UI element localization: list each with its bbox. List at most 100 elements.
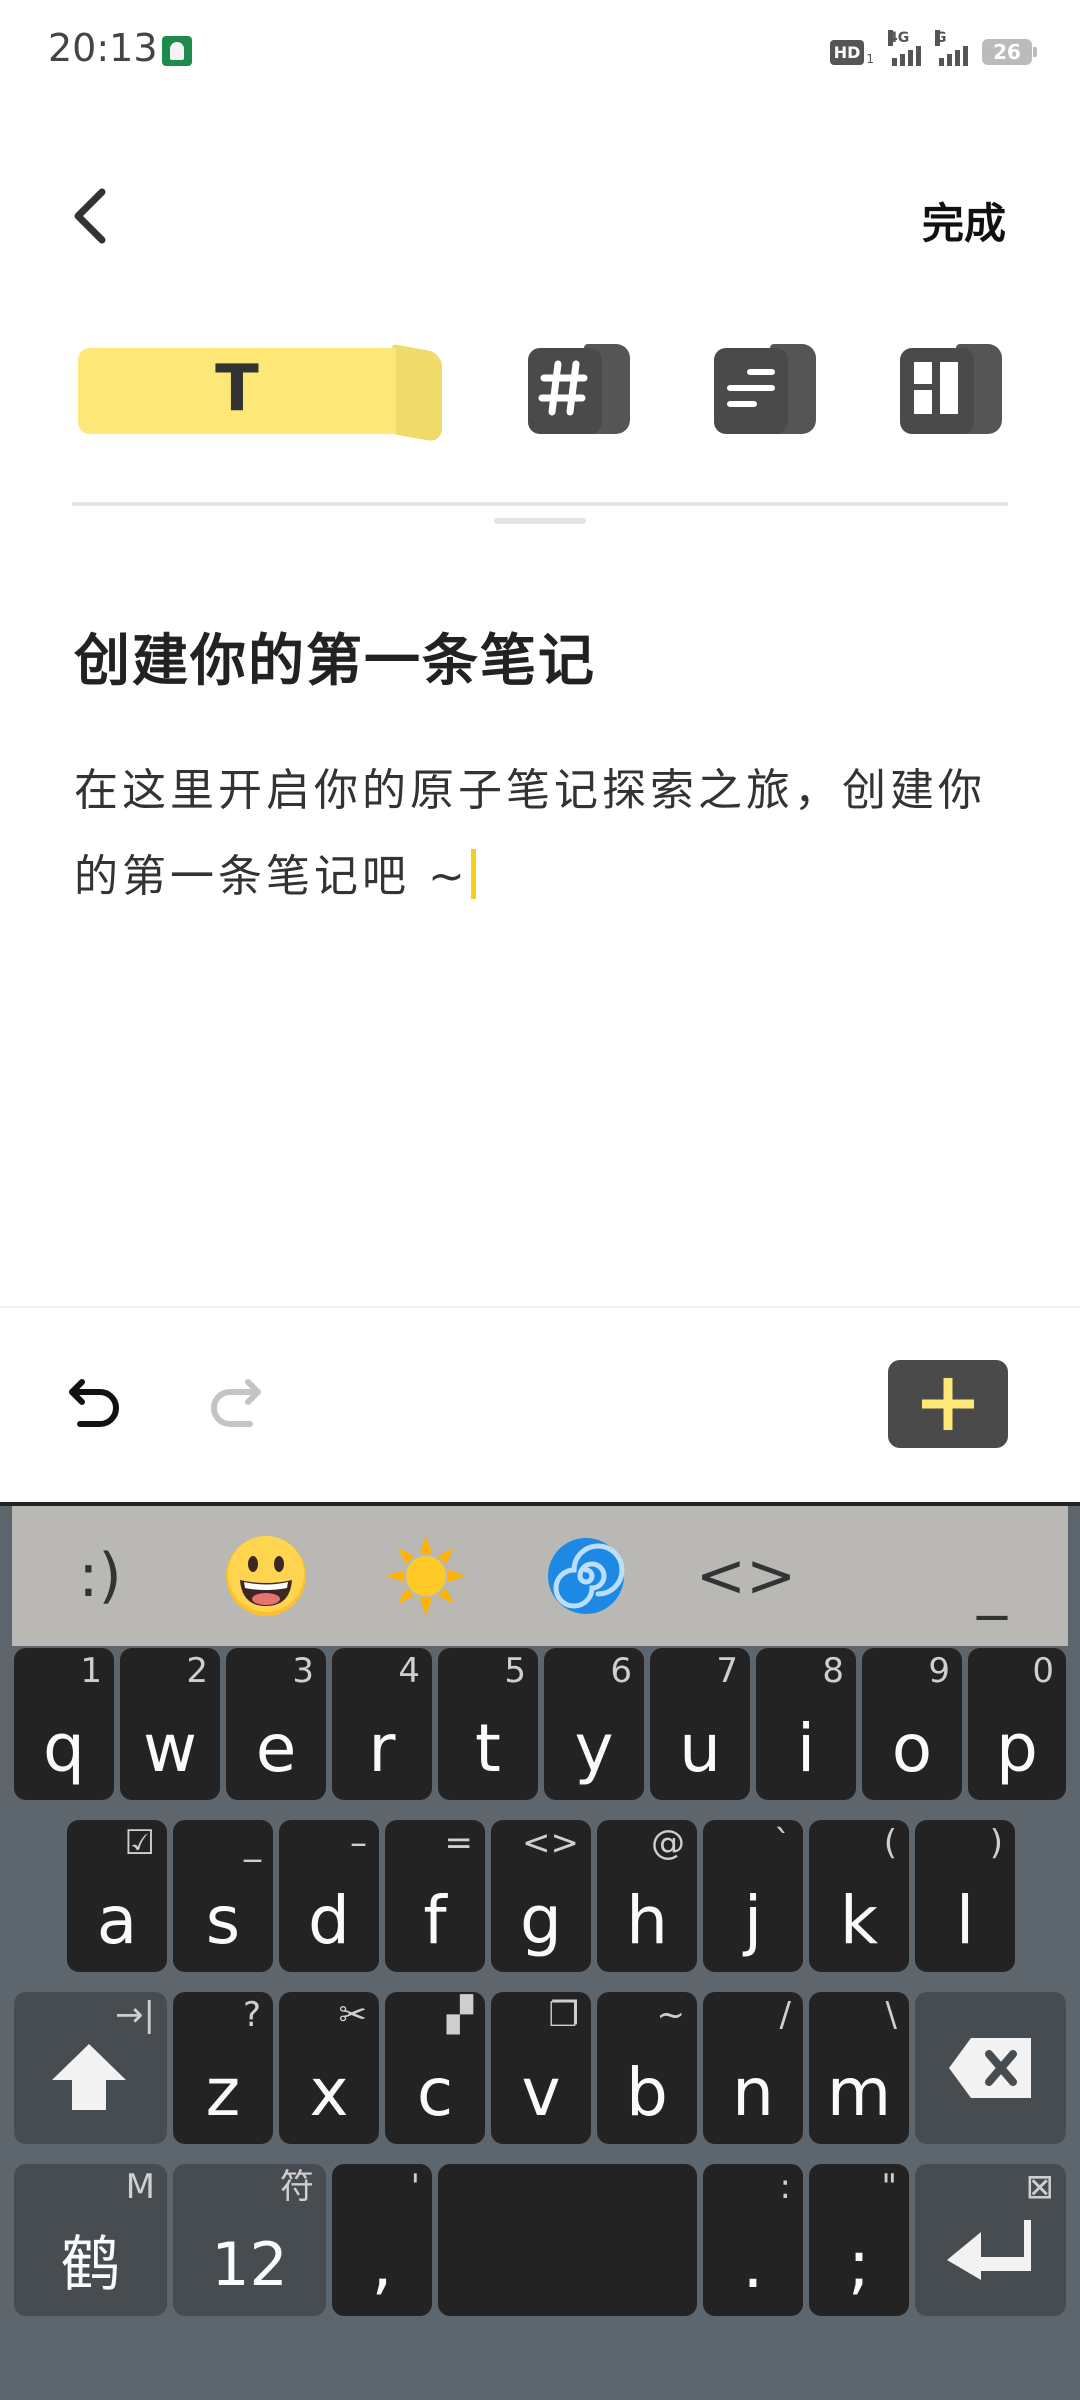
suggestion-sun-emoji[interactable] [356, 1506, 496, 1646]
status-bar: 20:13 HD 1 4G G 26 [0, 0, 1080, 100]
key-comma-sub: ' [410, 2167, 420, 2207]
key-s[interactable]: _ s [173, 1820, 273, 1972]
hashtag-icon [538, 360, 588, 416]
key-o-sub: 9 [928, 1651, 950, 1691]
key-comma-label: , [371, 2226, 393, 2303]
key-b[interactable]: ~ b [597, 1992, 697, 2144]
editor-toolbar [0, 1306, 1080, 1504]
undo-button[interactable] [66, 1374, 126, 1434]
key-m-sub: \ [885, 1995, 897, 2035]
signal-strength-icon: 4G [888, 30, 921, 66]
key-d[interactable]: – d [279, 1820, 379, 1972]
sun-icon [386, 1536, 466, 1616]
key-q[interactable]: 1q [14, 1648, 114, 1800]
key-c[interactable]: ▞ c [385, 1992, 485, 2144]
key-r-sub: 4 [398, 1651, 420, 1691]
tab-hashtag[interactable] [528, 344, 632, 436]
key-u-label: u [679, 1710, 721, 1787]
key-q-label: q [43, 1710, 85, 1787]
tab-list[interactable] [714, 344, 818, 436]
layout-grid-icon [914, 362, 958, 414]
drag-handle[interactable] [494, 518, 586, 524]
key-v[interactable]: ❐ v [491, 1992, 591, 2144]
key-h-sub: @ [651, 1823, 685, 1863]
key-x-sub: ✂ [338, 1995, 368, 2035]
key-e-sub: 3 [292, 1651, 314, 1691]
suggestion-cyclone-emoji[interactable] [516, 1506, 656, 1646]
key-i-label: i [796, 1710, 816, 1787]
key-o[interactable]: 9o [862, 1648, 962, 1800]
key-u[interactable]: 7u [650, 1648, 750, 1800]
note-title[interactable]: 创建你的第一条笔记 [74, 616, 596, 697]
suggestion-underscore[interactable]: _ [942, 1506, 1042, 1646]
key-w[interactable]: 2w [120, 1648, 220, 1800]
backspace-key[interactable] [915, 1992, 1066, 2144]
key-semicolon-label: ; [847, 2226, 871, 2303]
language-switch-key[interactable]: M鹤 [14, 2164, 167, 2316]
key-y[interactable]: 6y [544, 1648, 644, 1800]
key-y-label: y [574, 1710, 614, 1787]
key-g[interactable]: <> g [491, 1820, 591, 1972]
key-t[interactable]: 5t [438, 1648, 538, 1800]
suggestion-smiley-text[interactable]: :) [40, 1506, 160, 1646]
key-semicolon[interactable]: "; [809, 2164, 909, 2316]
redo-button[interactable] [204, 1374, 264, 1434]
key-g-label: g [520, 1882, 562, 1959]
suggestion-angle-brackets[interactable]: <> [676, 1506, 816, 1646]
tab-text-note[interactable]: T [78, 344, 444, 443]
key-e[interactable]: 3e [226, 1648, 326, 1800]
key-p[interactable]: 0p [968, 1648, 1066, 1800]
key-v-label: v [521, 2054, 561, 2131]
key-comma[interactable]: ', [332, 2164, 432, 2316]
key-l-label: l [955, 1882, 975, 1959]
signal-network-label: 4G [888, 30, 910, 46]
signal-network-2-label: G [935, 30, 947, 46]
tab-text-side [392, 344, 442, 443]
keyboard: :) <> _ 1 q 2 w 3 e 4 r 5 t 6 y 7 u 8 i … [0, 1502, 1080, 2400]
key-k-sub: ( [883, 1823, 897, 1863]
key-r[interactable]: 4r [332, 1648, 432, 1800]
key-z[interactable]: ? z [173, 1992, 273, 2144]
status-time: 20:13 [48, 26, 158, 70]
key-z-label: z [205, 2054, 241, 2131]
key-h[interactable]: @ h [597, 1820, 697, 1972]
key-a-label: a [96, 1882, 138, 1959]
add-button[interactable] [888, 1360, 1008, 1448]
key-i[interactable]: 8i [756, 1648, 856, 1800]
key-k[interactable]: (k [809, 1820, 909, 1972]
key-o-label: o [891, 1710, 933, 1787]
key-n-label: n [732, 2054, 774, 2131]
key-x[interactable]: ✂ x [279, 1992, 379, 2144]
tab-layout[interactable] [900, 344, 1004, 436]
key-l[interactable]: ) l [915, 1820, 1015, 1972]
key-period[interactable]: :. [703, 2164, 803, 2316]
key-period-sub: : [779, 2167, 791, 2207]
key-b-label: b [626, 2054, 668, 2131]
key-y-sub: 6 [610, 1651, 632, 1691]
language-switch-label: 鹤 [60, 2230, 121, 2300]
key-j[interactable]: ` j [703, 1820, 803, 1972]
note-body-editor[interactable]: 在这里开启你的原子笔记探索之旅，创建你的第一条笔记吧 ~ [74, 748, 1004, 920]
enter-key[interactable]: ⊠ [915, 2164, 1066, 2316]
key-m[interactable]: \ m [809, 1992, 909, 2144]
key-e-label: e [255, 1710, 297, 1787]
hd-voice-icon: HD [829, 39, 865, 65]
shift-key[interactable]: →| [14, 1992, 167, 2144]
done-button[interactable]: 完成 [922, 190, 1006, 251]
suggestion-grin-emoji[interactable] [196, 1506, 336, 1646]
plus-icon [922, 1378, 974, 1430]
key-c-label: c [416, 2054, 454, 2131]
shift-arrow-icon [52, 2044, 126, 2110]
key-w-sub: 2 [186, 1651, 208, 1691]
key-n[interactable]: / n [703, 1992, 803, 2144]
status-indicators: HD 1 4G G 26 [829, 30, 1037, 74]
key-x-label: x [309, 2054, 349, 2131]
key-f[interactable]: = f [385, 1820, 485, 1972]
key-semicolon-sub: " [881, 2167, 897, 2207]
symbols-key[interactable]: 符 12 [173, 2164, 326, 2316]
backspace-icon [949, 2038, 1031, 2098]
back-button[interactable] [68, 186, 118, 246]
enter-key-sub: ⊠ [1025, 2167, 1055, 2207]
key-a[interactable]: ☑ a [67, 1820, 167, 1972]
space-key[interactable] [438, 2164, 697, 2316]
